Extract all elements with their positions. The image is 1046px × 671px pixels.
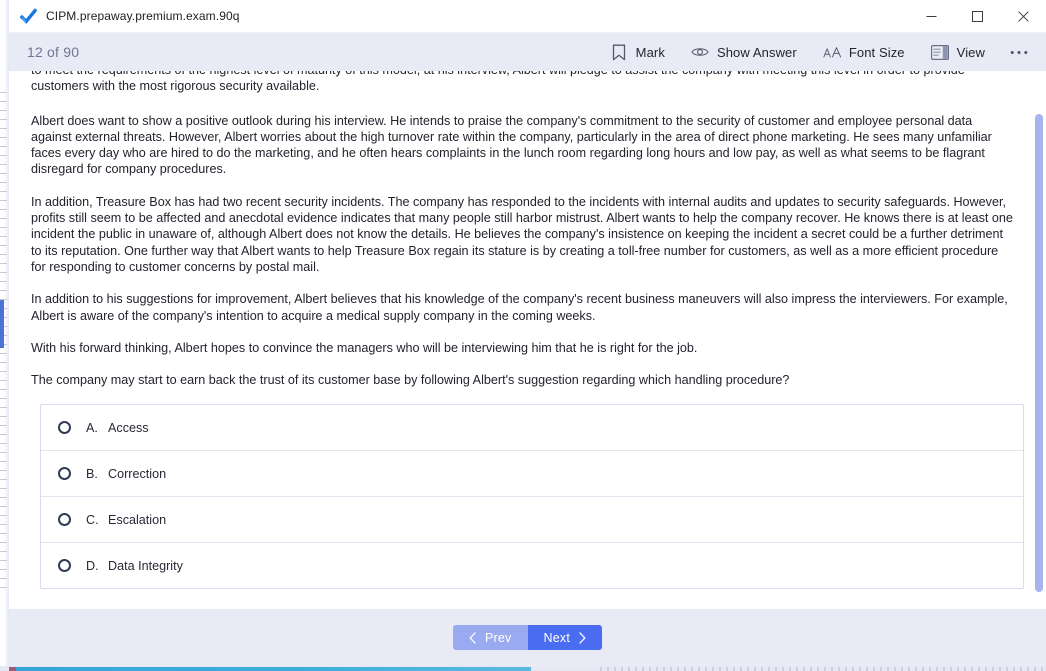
next-button[interactable]: Next <box>527 625 603 650</box>
option-text: Correction <box>108 466 167 481</box>
font-size-label: Font Size <box>848 44 905 60</box>
taskbar-icon-dots <box>600 667 1046 671</box>
mark-label: Mark <box>635 44 665 60</box>
toolbar-actions: Mark Show Answer Font Size View <box>597 37 1046 67</box>
window-controls <box>908 0 1046 32</box>
passage-paragraph: In addition, Treasure Box has had two re… <box>31 194 1013 274</box>
option-letter: B. <box>86 466 98 481</box>
next-label: Next <box>543 630 571 645</box>
option-text: Escalation <box>108 512 167 527</box>
question-counter: 12 of 90 <box>27 44 80 60</box>
option-text: Access <box>108 420 149 435</box>
passage-paragraph: to meet the requirements of the highest … <box>31 71 965 94</box>
navigation-button-group: Prev Next <box>452 625 603 650</box>
eye-icon <box>691 43 709 61</box>
exam-toolbar: 12 of 90 Mark Show Answer Font Size View <box>9 33 1046 71</box>
view-layout-icon <box>930 43 949 61</box>
close-button[interactable] <box>1000 0 1046 32</box>
taskbar-cyan-segment <box>16 667 531 671</box>
exam-application-window: CIPM.prepaway.premium.exam.90q 12 of 90 <box>9 0 1046 666</box>
passage-paragraph: With his forward thinking, Albert hopes … <box>31 340 698 355</box>
background-taskbar-strip <box>0 666 1046 671</box>
title-bar: CIPM.prepaway.premium.exam.90q <box>9 0 1046 33</box>
option-text: Data Integrity <box>108 558 183 573</box>
answer-option-c[interactable]: C. Escalation <box>41 497 1023 544</box>
answer-option-b[interactable]: B. Correction <box>41 451 1023 498</box>
prev-label: Prev <box>484 630 512 645</box>
view-button[interactable]: View <box>918 39 998 65</box>
chevron-left-icon <box>469 631 476 644</box>
overflow-menu-button[interactable] <box>1002 37 1036 67</box>
answer-options-list: A. Access B. Correction C. Escalation D.… <box>40 404 1024 590</box>
background-window-left-edge <box>0 0 9 671</box>
show-answer-button[interactable]: Show Answer <box>678 39 810 65</box>
navigation-footer: Prev Next <box>9 609 1046 666</box>
passage-paragraph: In addition to his suggestions for impro… <box>31 292 1008 323</box>
window-title: CIPM.prepaway.premium.exam.90q <box>46 9 240 23</box>
show-answer-label: Show Answer <box>716 44 797 60</box>
maximize-button[interactable] <box>954 0 1000 32</box>
option-letter: C. <box>86 512 99 527</box>
answer-option-a[interactable]: A. Access <box>41 405 1023 452</box>
view-label: View <box>956 44 985 60</box>
content-scrollbar[interactable] <box>1032 71 1046 609</box>
answer-option-d[interactable]: D. Data Integrity <box>41 543 1023 588</box>
bookmark-icon <box>610 43 628 61</box>
passage-paragraph: Albert does want to show a positive outl… <box>31 113 992 177</box>
question-prompt: The company may start to earn back the t… <box>31 373 790 388</box>
chevron-right-icon <box>579 631 586 644</box>
question-content-area: to meet the requirements of the highest … <box>9 71 1046 609</box>
font-size-button[interactable]: Font Size <box>810 39 918 65</box>
scrollbar-thumb[interactable] <box>1035 114 1043 592</box>
font-size-icon <box>823 43 841 61</box>
blue-check-logo-icon <box>20 7 37 25</box>
prev-button[interactable]: Prev <box>452 625 528 650</box>
background-window-accent-mark <box>0 300 4 348</box>
radio-button-icon[interactable] <box>58 421 71 435</box>
option-letter: A. <box>86 420 98 435</box>
mark-button[interactable]: Mark <box>597 39 678 65</box>
minimize-button[interactable] <box>908 0 954 32</box>
question-body: to meet the requirements of the highest … <box>9 71 1046 590</box>
radio-button-icon[interactable] <box>58 467 71 481</box>
radio-button-icon[interactable] <box>58 513 71 527</box>
radio-button-icon[interactable] <box>58 559 71 573</box>
option-letter: D. <box>86 558 99 573</box>
